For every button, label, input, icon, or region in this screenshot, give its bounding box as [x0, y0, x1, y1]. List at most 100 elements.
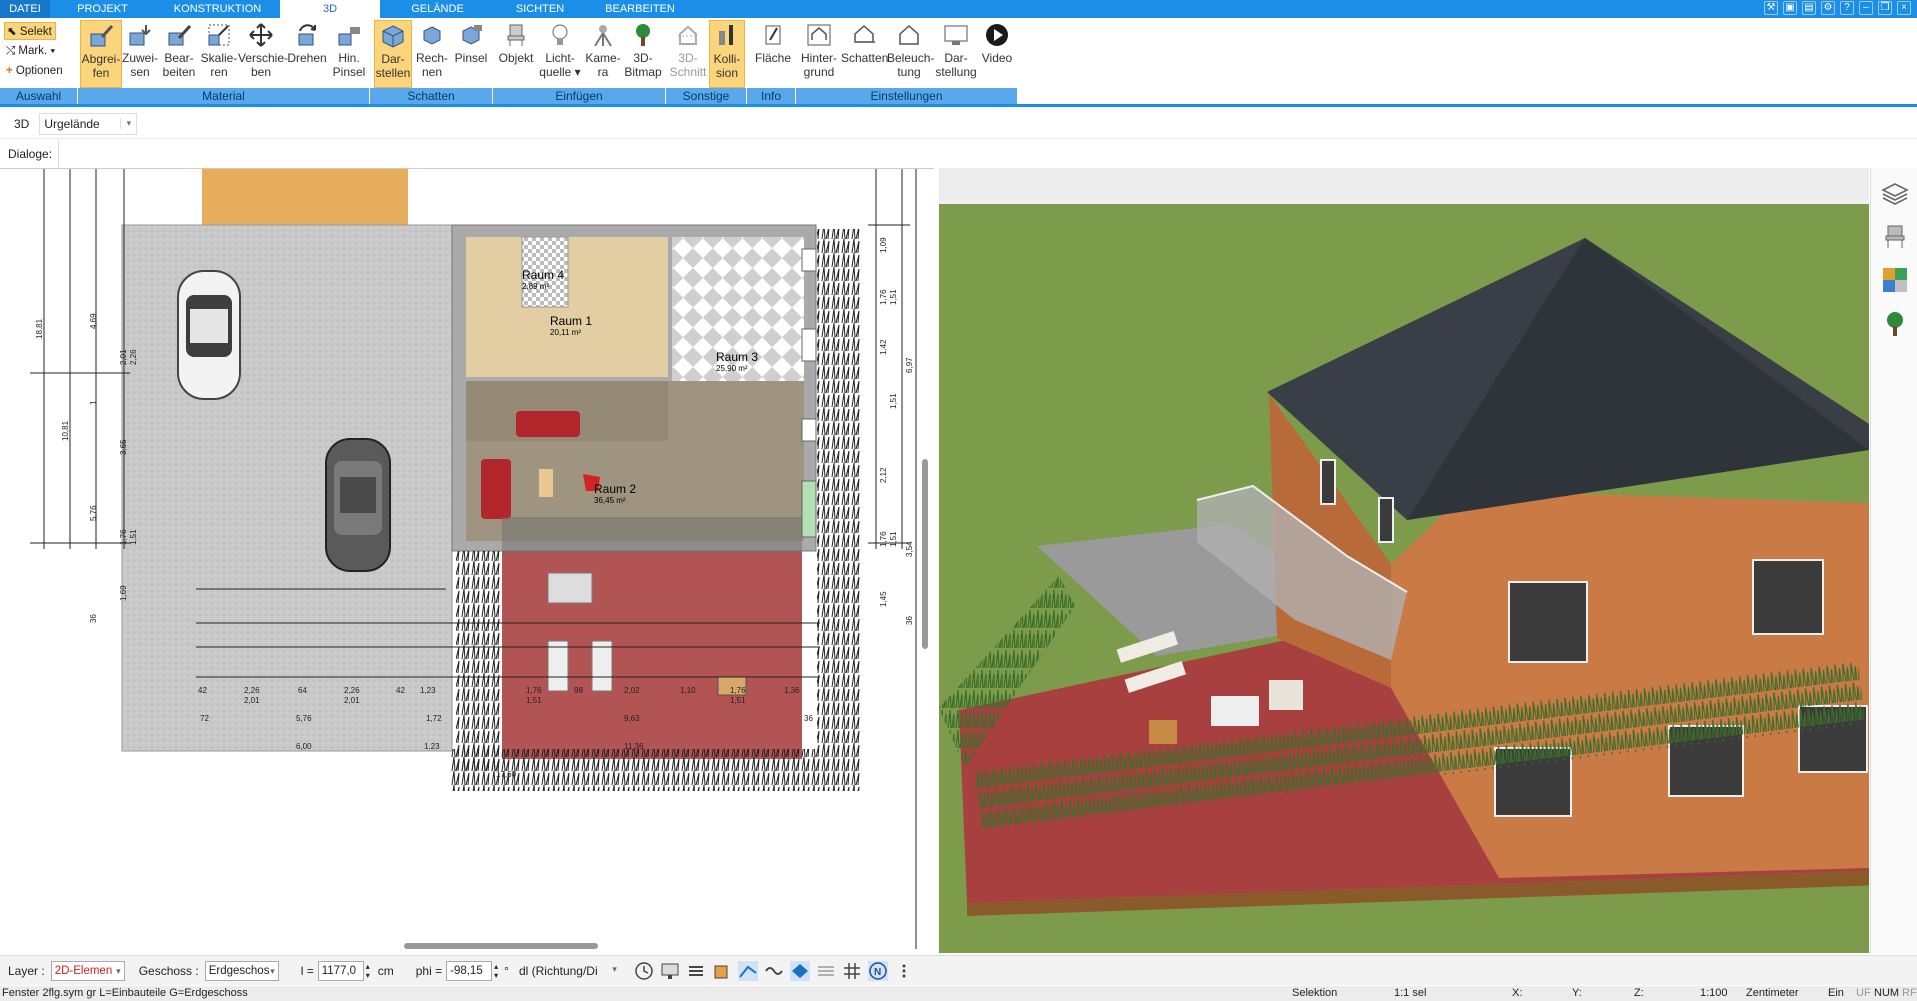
phi-value: -98,15: [450, 964, 483, 977]
length-stepper[interactable]: ▴ ▾: [366, 962, 370, 980]
darstellen-label: Dar-stellen: [375, 52, 411, 80]
status-x: X:: [1512, 987, 1523, 999]
abgreifen-button[interactable]: Abgrei-fen: [80, 20, 122, 88]
length-input[interactable]: 1177,0: [317, 960, 364, 981]
rechnen-button[interactable]: Rech-nen: [413, 20, 451, 88]
phi-stepper[interactable]: ▴ ▾: [494, 962, 498, 980]
lightbulb-icon: [552, 24, 568, 45]
tab-bearbeiten[interactable]: BEARBEITEN: [585, 0, 695, 18]
settings-icon[interactable]: ⚙: [1821, 1, 1835, 15]
tools-icon[interactable]: ⚒: [1764, 1, 1778, 15]
svg-text:1,45: 1,45: [879, 591, 888, 607]
help-icon[interactable]: ?: [1840, 1, 1854, 15]
schatten-einst-label: Schatten: [841, 51, 889, 65]
svg-text:2,12: 2,12: [879, 467, 888, 483]
tab-datei[interactable]: DATEI: [0, 0, 50, 18]
status-scale: 1:100: [1700, 987, 1728, 999]
hatch-icon[interactable]: [816, 961, 836, 981]
screen-icon[interactable]: [660, 961, 680, 981]
sofa: [516, 411, 580, 437]
flaeche-button[interactable]: Fläche: [752, 20, 794, 88]
status-sel-count: 1:1 sel: [1394, 987, 1427, 999]
tab-3d[interactable]: 3D: [280, 0, 380, 18]
tab-konstruktion[interactable]: KONSTRUKTION: [155, 0, 280, 18]
floor-plan-view[interactable]: Raum 4 2,89 m² Raum 1 20,11 m² Raum 3 25…: [0, 168, 934, 953]
snap-line-icon[interactable]: [737, 960, 758, 981]
svg-text:N: N: [874, 967, 881, 978]
selekt-button[interactable]: ⬉ Selekt: [4, 22, 56, 40]
drehen-button[interactable]: Drehen: [286, 20, 328, 88]
phi-input[interactable]: -98,15: [446, 960, 493, 981]
schatten-einst-button[interactable]: Schatten: [841, 20, 889, 88]
zuweisen-button[interactable]: Zuwei-sen: [121, 20, 159, 88]
stack-icon[interactable]: [686, 961, 706, 981]
status-selection: Selektion: [1292, 987, 1338, 999]
darstellung-button[interactable]: Dar-stellung: [933, 20, 979, 88]
svg-text:1,51: 1,51: [889, 289, 898, 305]
dialogs-label: Dialoge:: [8, 140, 60, 168]
layout-icon[interactable]: ▣: [1783, 1, 1797, 15]
darstellen-button[interactable]: Dar-stellen: [374, 20, 412, 88]
shadow-brush-icon: [462, 25, 482, 45]
objekt-button[interactable]: Objekt: [496, 20, 536, 88]
svg-text:1,23: 1,23: [420, 686, 436, 695]
verschieben-button[interactable]: Verschie-ben: [238, 20, 288, 88]
plane-icon[interactable]: [789, 960, 810, 981]
furniture-icon[interactable]: [1881, 222, 1909, 250]
svg-text:1,51: 1,51: [730, 696, 746, 705]
display-monitor-icon: [944, 25, 968, 45]
floor-plan-canvas[interactable]: Raum 4 2,89 m² Raum 1 20,11 m² Raum 3 25…: [0, 169, 934, 953]
hedge-right: [817, 229, 861, 749]
3d-render-canvas[interactable]: [939, 168, 1917, 953]
hin-pinsel-button[interactable]: Hin. Pinsel: [329, 20, 369, 88]
north-icon[interactable]: N: [867, 960, 888, 981]
optionen-button[interactable]: + Optionen: [4, 62, 74, 80]
svg-text:1,42: 1,42: [879, 339, 888, 355]
more-icon[interactable]: [894, 961, 914, 981]
pinsel-button[interactable]: Pinsel: [452, 20, 490, 88]
grid-icon[interactable]: [842, 961, 862, 981]
beleuchtung-button[interactable]: Beleuch-tung: [887, 20, 934, 88]
assign-material-icon: [129, 25, 151, 46]
layer-label: Layer :: [8, 963, 45, 978]
layers-icon[interactable]: [1881, 180, 1909, 208]
plan-horizontal-scrollbar[interactable]: [404, 943, 598, 949]
object-icon[interactable]: [712, 961, 732, 981]
plant-icon[interactable]: [1881, 310, 1909, 338]
svg-text:1,36: 1,36: [784, 686, 800, 695]
minimize-icon[interactable]: –: [1859, 1, 1873, 15]
kollision-button[interactable]: Kolli-sion: [709, 20, 745, 88]
skalieren-button[interactable]: Skalie-ren: [199, 20, 239, 88]
tab-gelaende[interactable]: GELÄNDE: [380, 0, 495, 18]
status-ein: Ein: [1828, 987, 1844, 999]
skalieren-label: Skalie-ren: [200, 51, 238, 79]
plan-vertical-scrollbar[interactable]: [922, 459, 928, 649]
video-button[interactable]: Video: [979, 20, 1015, 88]
direction-select[interactable]: dl (Richtung/Di ▾: [519, 964, 617, 978]
mark-button[interactable]: ⤭ Mark. ▾: [4, 42, 66, 60]
close-icon[interactable]: ×: [1897, 1, 1911, 15]
folder-icon[interactable]: ▤: [1802, 1, 1816, 15]
svg-text:2,01: 2,01: [344, 696, 360, 705]
hintergrund-button[interactable]: Hinter-grund: [797, 20, 841, 88]
kamera-label: Kame-ra: [585, 51, 621, 79]
restore-icon[interactable]: ❐: [1878, 1, 1892, 15]
materials-icon[interactable]: [1881, 266, 1909, 294]
kollision-label: Kolli-sion: [713, 52, 741, 80]
3d-bitmap-button[interactable]: 3D- Bitmap: [622, 20, 664, 88]
tab-sichten[interactable]: SICHTEN: [495, 0, 585, 18]
wave-icon[interactable]: [764, 961, 784, 981]
3d-view[interactable]: [939, 168, 1917, 953]
chevron-down-icon[interactable]: ▾: [120, 118, 136, 129]
kamera-button[interactable]: Kame-ra: [584, 20, 622, 88]
layer-select[interactable]: 2D-Elemen ▾: [50, 960, 125, 981]
lichtquelle-button[interactable]: Licht-quelle ▾: [538, 20, 582, 88]
window-controls: ⚒ ▣ ▤ ⚙ ? – ❐ ×: [1764, 1, 1911, 15]
3d-schnitt-button[interactable]: 3D- Schnitt: [668, 20, 708, 88]
bearbeiten-button[interactable]: Bear-beiten: [159, 20, 199, 88]
geschoss-select[interactable]: Erdgeschos ▾: [204, 960, 279, 981]
svg-text:2,01: 2,01: [244, 696, 260, 705]
tab-projekt[interactable]: PROJEKT: [50, 0, 155, 18]
terrain-select[interactable]: Urgelände ▾: [39, 112, 138, 135]
clock-icon[interactable]: [634, 961, 654, 981]
